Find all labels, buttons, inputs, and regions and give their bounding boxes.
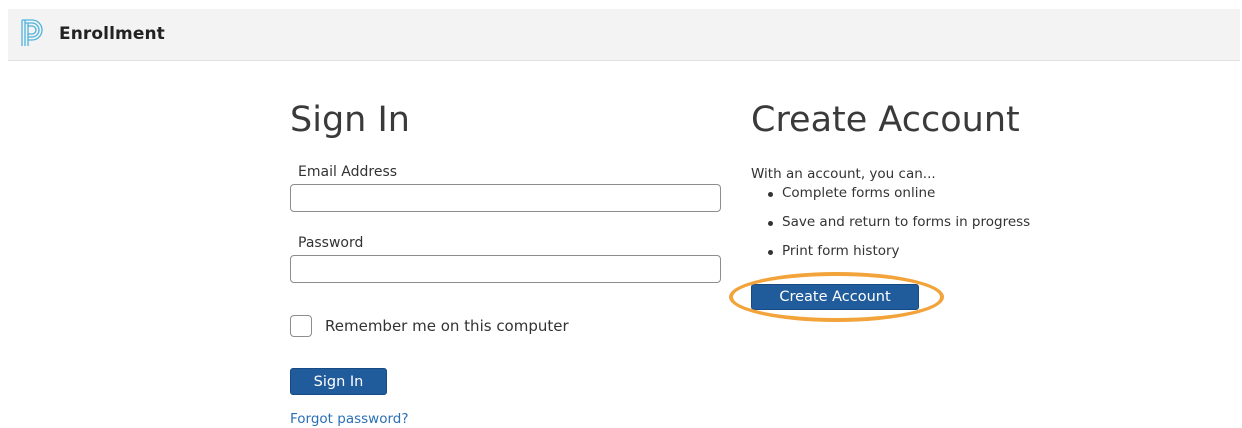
sign-in-heading: Sign In: [290, 100, 410, 140]
create-account-button[interactable]: Create Account: [751, 284, 919, 310]
enrollment-login-page: Enrollment Sign In Email Address Passwor…: [0, 0, 1242, 428]
benefits-list: Complete forms online Save and return to…: [768, 185, 1030, 272]
create-account-heading: Create Account: [751, 100, 1020, 140]
create-account-intro: With an account, you can...: [751, 166, 936, 182]
password-field[interactable]: [290, 255, 721, 283]
list-item: Print form history: [768, 243, 1030, 272]
top-header-bar: Enrollment: [8, 9, 1240, 61]
remember-me-checkbox[interactable]: [290, 315, 312, 337]
brand-title: Enrollment: [59, 24, 165, 44]
sign-in-button[interactable]: Sign In: [290, 368, 387, 395]
email-field[interactable]: [290, 184, 721, 212]
list-item: Save and return to forms in progress: [768, 214, 1030, 243]
list-item: Complete forms online: [768, 185, 1030, 214]
powerschool-logo-icon: [21, 19, 43, 46]
remember-me-label[interactable]: Remember me on this computer: [325, 317, 569, 335]
email-label: Email Address: [298, 164, 398, 180]
password-label: Password: [298, 235, 364, 251]
forgot-password-link[interactable]: Forgot password?: [290, 411, 409, 427]
